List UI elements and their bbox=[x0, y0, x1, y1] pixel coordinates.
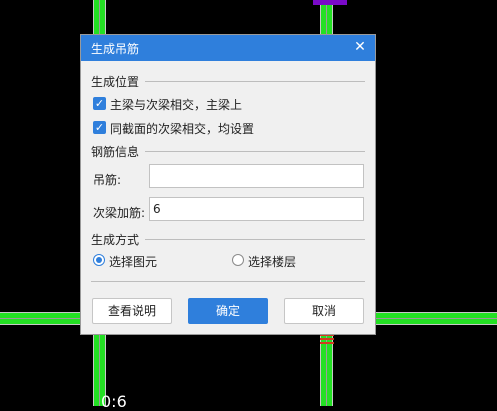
section-position: 生成位置 bbox=[91, 73, 365, 90]
dialog-titlebar[interactable]: 生成吊筋 ✕ bbox=[81, 35, 375, 61]
section-method: 生成方式 bbox=[91, 231, 365, 248]
divider bbox=[91, 273, 365, 289]
dialog-title: 生成吊筋 bbox=[91, 42, 140, 56]
option-same-section-label: 同截面的次梁相交，均设置 bbox=[110, 122, 255, 136]
secondary-add-label: 次梁加筋: bbox=[93, 206, 146, 220]
coordinate-readout: 0:6 bbox=[101, 392, 127, 411]
hanger-rebar-marker[interactable] bbox=[320, 334, 334, 346]
radio-select-element-dot[interactable] bbox=[93, 254, 105, 266]
option-main-secondary-label: 主梁与次梁相交，主梁上 bbox=[110, 98, 243, 112]
ok-button[interactable]: 确定 bbox=[188, 298, 268, 324]
section-rebar-info: 钢筋信息 bbox=[91, 143, 365, 160]
close-icon[interactable]: ✕ bbox=[351, 38, 369, 56]
column-marker[interactable] bbox=[313, 0, 347, 5]
section-rebar-info-label: 钢筋信息 bbox=[91, 143, 146, 160]
radio-select-element-label: 选择图元 bbox=[109, 255, 158, 269]
radio-select-floor-dot[interactable] bbox=[232, 254, 244, 266]
help-button[interactable]: 查看说明 bbox=[92, 298, 172, 324]
checkbox-main-secondary[interactable]: ✓ bbox=[93, 97, 106, 110]
cancel-button[interactable]: 取消 bbox=[284, 298, 364, 324]
section-position-label: 生成位置 bbox=[91, 73, 146, 90]
checkbox-same-section[interactable]: ✓ bbox=[93, 121, 106, 134]
hanger-field-label: 吊筋: bbox=[93, 173, 122, 187]
section-method-label: 生成方式 bbox=[91, 231, 146, 248]
hanger-input[interactable] bbox=[149, 164, 364, 188]
secondary-add-input[interactable] bbox=[149, 197, 364, 221]
generate-hanger-dialog: 生成吊筋 ✕ 生成位置 ✓ 主梁与次梁相交，主梁上 ✓ 同截面的次梁相交，均设置… bbox=[80, 34, 376, 335]
radio-select-floor-label: 选择楼层 bbox=[248, 255, 297, 269]
